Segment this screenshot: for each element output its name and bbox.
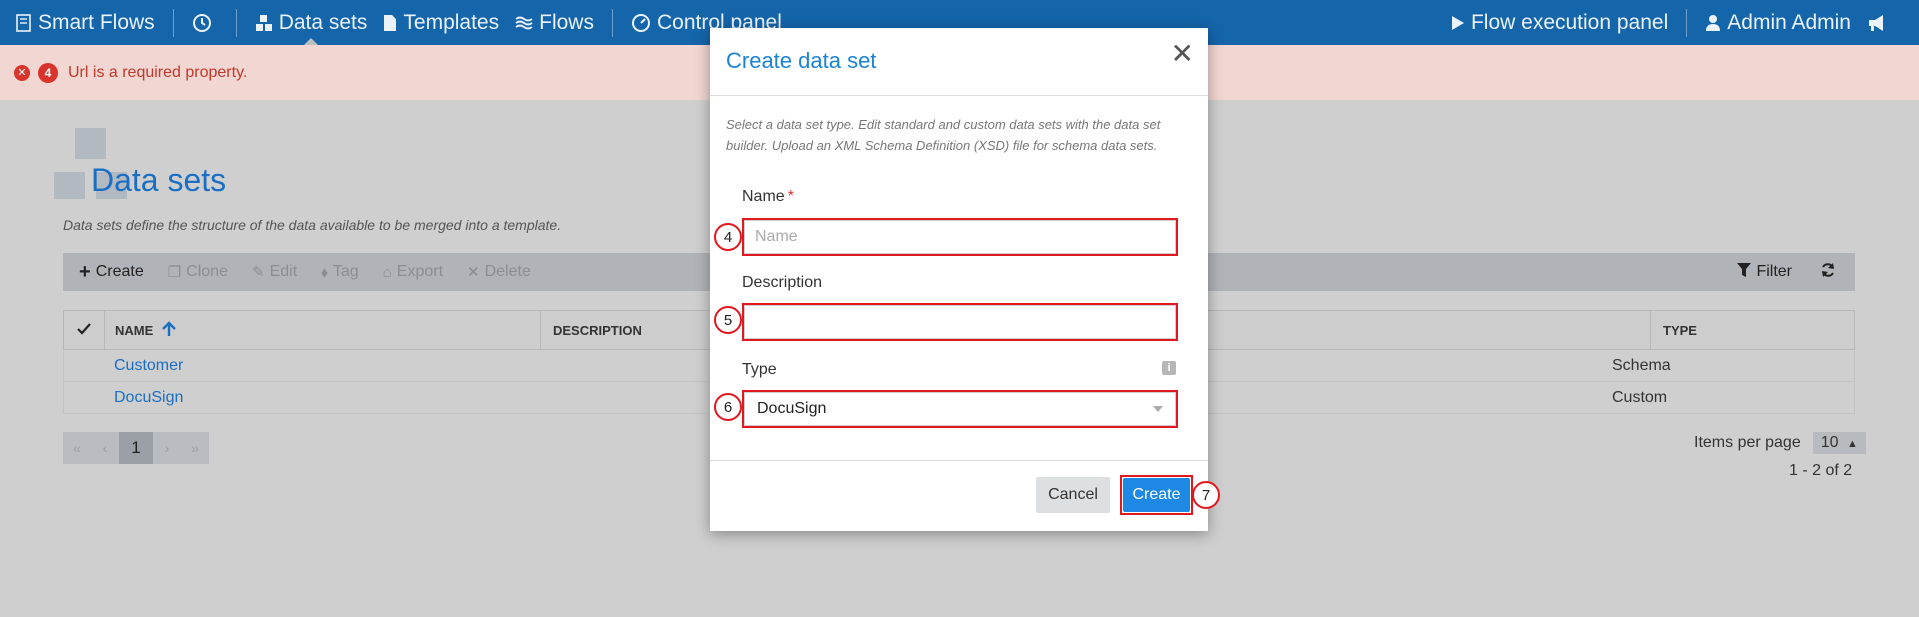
sort-ascending-icon [161, 320, 177, 340]
row-name-link[interactable]: DocuSign [64, 382, 540, 413]
name-input[interactable] [744, 220, 1176, 254]
brand-link[interactable]: Smart Flows [0, 0, 163, 45]
nav-label: Templates [403, 10, 500, 34]
book-icon [16, 13, 32, 32]
type-selected-value: DocuSign [757, 400, 827, 417]
edit-button[interactable]: ✎ Edit [252, 263, 297, 281]
dialog-title: Create data set [726, 48, 877, 73]
check-icon [77, 322, 91, 335]
description-field-wrapper [742, 303, 1178, 341]
user-icon [1705, 14, 1721, 32]
refresh-icon [1820, 262, 1836, 282]
clone-button[interactable]: ❐ Clone [168, 263, 228, 281]
chevron-down-icon [1153, 406, 1163, 412]
step-marker-4: 4 [714, 223, 742, 251]
pencil-icon: ✎ [251, 264, 265, 281]
user-name: Admin Admin [1727, 10, 1851, 34]
nav-right-group: Flow execution panel Admin Admin [1443, 0, 1919, 45]
page-title: Data sets [91, 162, 227, 198]
next-page-button[interactable]: › [153, 432, 181, 464]
flow-execution-panel-link[interactable]: Flow execution panel [1443, 0, 1676, 45]
page-description: Data sets define the structure of the da… [63, 217, 562, 233]
nav-label: Flows [539, 10, 594, 34]
prev-page-button[interactable]: ‹ [91, 432, 119, 464]
column-header-name[interactable]: NAME [104, 311, 540, 349]
export-icon: ⌂ [382, 263, 392, 281]
refresh-button[interactable] [1820, 262, 1841, 282]
row-name-link[interactable]: Customer [64, 350, 540, 381]
type-label: Type [742, 361, 777, 378]
gauge-icon [631, 13, 651, 33]
file-icon [383, 14, 397, 32]
caret-up-icon: ▲ [1846, 438, 1858, 450]
nav-divider [1686, 8, 1688, 37]
clock-icon [192, 13, 212, 33]
current-page-button[interactable]: 1 [119, 432, 153, 464]
nav-divider [172, 8, 174, 37]
nav-item-data-sets[interactable]: Data sets [247, 0, 376, 45]
x-icon: ✕ [467, 264, 480, 281]
create-data-set-dialog: Create data set ✕ Select a data set type… [710, 28, 1208, 531]
waves-icon [515, 15, 533, 31]
nav-divider [235, 8, 237, 37]
step-marker-7: 7 [1192, 481, 1220, 509]
select-all-checkbox[interactable] [64, 322, 104, 338]
error-count-badge: 4 [38, 62, 58, 83]
nav-divider [611, 8, 613, 37]
flow-execution-label: Flow execution panel [1470, 10, 1669, 34]
last-page-button[interactable]: » [181, 432, 209, 464]
history-button[interactable] [184, 0, 226, 45]
step-marker-5: 5 [714, 306, 742, 334]
dialog-footer-divider [710, 460, 1208, 461]
nav-item-templates[interactable]: Templates [375, 0, 507, 45]
items-per-page-select[interactable]: 10 ▲ [1812, 432, 1866, 454]
create-button-highlight: Create [1120, 475, 1193, 515]
pager: « ‹ 1 › » [63, 432, 209, 464]
export-button[interactable]: ⌂ Export [383, 263, 443, 281]
plus-icon: + [79, 260, 91, 283]
type-select[interactable]: DocuSign [744, 392, 1176, 426]
user-menu[interactable]: Admin Admin [1697, 0, 1859, 45]
tag-icon: ⬧ [321, 263, 328, 281]
play-icon [1451, 15, 1465, 31]
description-input[interactable] [744, 305, 1176, 339]
name-field-wrapper [742, 218, 1178, 256]
delete-button[interactable]: ✕ Delete [467, 263, 531, 281]
type-field-wrapper: DocuSign [742, 390, 1178, 428]
page-range: 1 - 2 of 2 [1789, 462, 1853, 479]
filter-button[interactable]: Filter [1737, 263, 1792, 281]
megaphone-icon [1867, 14, 1887, 32]
items-per-page-label: Items per page [1694, 434, 1801, 451]
cubes-icon [255, 14, 273, 32]
cancel-button[interactable]: Cancel [1036, 477, 1110, 513]
announcements-button[interactable] [1859, 0, 1901, 45]
dialog-divider [710, 95, 1208, 96]
close-icon[interactable]: ✕ [1171, 40, 1194, 68]
brand-label: Smart Flows [38, 10, 155, 34]
error-close-icon[interactable]: ✕ [14, 64, 30, 81]
items-per-page: Items per page 10 ▲ [1694, 432, 1866, 454]
nav-label: Data sets [278, 10, 368, 34]
create-button[interactable]: + Create [79, 261, 144, 284]
error-message: Url is a required property. [68, 63, 248, 81]
info-icon[interactable]: i [1162, 361, 1176, 375]
decorative-square [75, 128, 106, 159]
decorative-square [54, 172, 85, 199]
description-label: Description [742, 274, 823, 291]
copy-icon: ❐ [167, 264, 182, 281]
dialog-help-text: Select a data set type. Edit standard an… [726, 117, 1161, 153]
row-type: Custom [1612, 388, 1668, 406]
dialog-create-button[interactable]: Create [1123, 478, 1190, 512]
filter-icon [1737, 263, 1752, 281]
toolbar-right: Filter [1737, 262, 1855, 282]
name-label: Name * [742, 188, 794, 205]
first-page-button[interactable]: « [63, 432, 91, 464]
tag-button[interactable]: ⬧ Tag [321, 263, 359, 281]
step-marker-6: 6 [714, 393, 742, 421]
column-header-type[interactable]: TYPE [1650, 311, 1854, 349]
required-marker: * [787, 188, 794, 205]
nav-item-flows[interactable]: Flows [507, 0, 602, 45]
row-type: Schema [1612, 356, 1671, 374]
